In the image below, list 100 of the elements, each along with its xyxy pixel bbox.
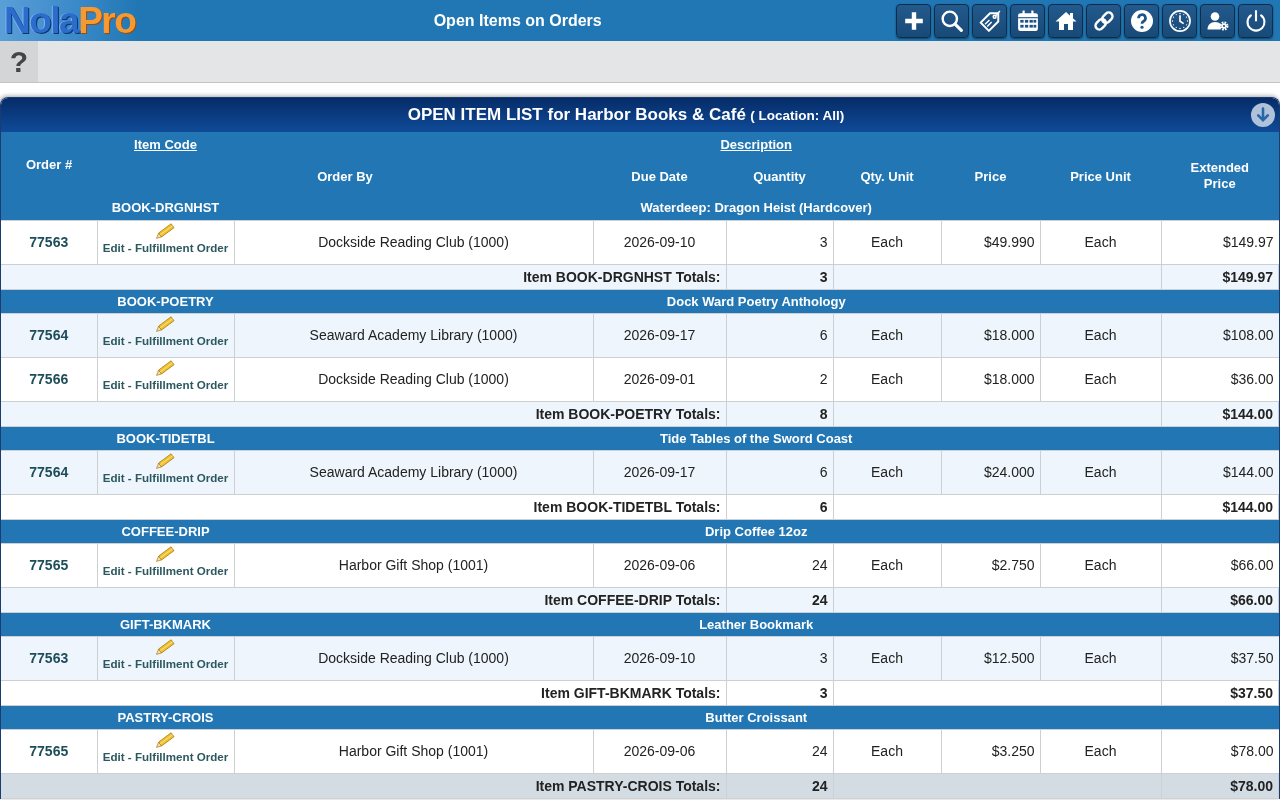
- column-header: Quantity: [753, 168, 806, 184]
- calendar-button[interactable]: [1010, 3, 1045, 38]
- sort-link[interactable]: Description: [720, 136, 792, 152]
- extended-price: $108.00: [1222, 327, 1274, 343]
- house-icon: [1054, 9, 1077, 32]
- calendar-icon: [1016, 9, 1039, 32]
- due-date: 2026-09-17: [623, 327, 696, 343]
- total-quantity: 24: [811, 777, 828, 794]
- total-quantity: 3: [819, 684, 828, 701]
- price: $18.000: [983, 371, 1035, 387]
- pencil-icon[interactable]: [156, 222, 175, 239]
- power-button[interactable]: [1238, 3, 1273, 38]
- unit: Each: [1084, 234, 1117, 250]
- total-quantity: 6: [819, 498, 828, 515]
- column-header: Due Date: [631, 168, 688, 184]
- unit: Each: [1084, 371, 1117, 387]
- item-code: PASTRY-CROIS: [117, 709, 214, 725]
- clock-button[interactable]: [1162, 3, 1197, 38]
- item-description: Butter Croissant: [705, 709, 808, 725]
- column-header: Order By: [317, 168, 373, 184]
- price: $2.750: [991, 557, 1035, 573]
- order-link[interactable]: 77563: [29, 650, 69, 666]
- unit: Each: [1084, 743, 1117, 759]
- user-settings-button[interactable]: [1200, 3, 1235, 38]
- totals-label: Item BOOK-DRGNHST Totals:: [523, 268, 721, 285]
- clock-icon: [1168, 9, 1191, 32]
- column-header: Order #: [25, 156, 73, 172]
- item-description: Tide Tables of the Sword Coast: [660, 430, 853, 446]
- totals-label: Item BOOK-POETRY Totals:: [535, 405, 721, 422]
- price: $49.990: [983, 234, 1035, 250]
- quantity: 3: [819, 650, 828, 666]
- extended-price: $149.97: [1222, 234, 1274, 250]
- column-header: Qty. Unit: [860, 168, 914, 184]
- due-date: 2026-09-10: [623, 234, 696, 250]
- add-button[interactable]: [896, 3, 931, 38]
- total-extended-price: $78.00: [1230, 777, 1273, 794]
- pencil-icon[interactable]: [156, 315, 175, 332]
- quantity: 6: [819, 464, 828, 480]
- item-code: BOOK-DRGNHST: [111, 200, 220, 216]
- tag-button[interactable]: [972, 3, 1007, 38]
- pencil-icon[interactable]: [156, 731, 175, 748]
- item-code: COFFEE-DRIP: [121, 523, 210, 539]
- user-gear-icon: [1206, 9, 1229, 32]
- pencil-icon[interactable]: [156, 452, 175, 469]
- order-link[interactable]: 77566: [29, 371, 69, 387]
- column-header: Price: [974, 168, 1007, 184]
- total-extended-price: $144.00: [1222, 405, 1273, 422]
- sort-link[interactable]: Item Code: [134, 136, 197, 152]
- link-button[interactable]: [1086, 3, 1121, 38]
- order-link[interactable]: 77564: [29, 464, 69, 480]
- total-extended-price: $66.00: [1230, 591, 1273, 608]
- quantity: 2: [819, 371, 828, 387]
- unit: Each: [871, 327, 903, 343]
- extended-price: $36.00: [1230, 371, 1274, 387]
- due-date: 2026-09-06: [623, 743, 696, 759]
- price: $18.000: [983, 327, 1035, 343]
- due-date: 2026-09-17: [623, 464, 696, 480]
- column-header: Extended Price: [1190, 160, 1249, 191]
- total-quantity: 3: [819, 268, 828, 285]
- unit: Each: [871, 371, 903, 387]
- unit: Each: [1084, 464, 1117, 480]
- customer-name: Seaward Academy Library (1000): [309, 327, 518, 343]
- order-link[interactable]: 77565: [29, 743, 69, 759]
- item-description: Waterdeep: Dragon Heist (Hardcover): [640, 200, 872, 216]
- total-quantity: 24: [811, 591, 828, 608]
- item-description: Drip Coffee 12oz: [704, 523, 808, 539]
- totals-label: Item COFFEE-DRIP Totals:: [544, 591, 721, 608]
- unit: Each: [871, 234, 903, 250]
- total-extended-price: $149.97: [1222, 268, 1273, 285]
- customer-name: Dockside Reading Club (1000): [318, 234, 509, 250]
- help-icon: [1130, 9, 1153, 32]
- unit: Each: [871, 650, 903, 666]
- chain-icon: [1092, 9, 1115, 32]
- pencil-icon[interactable]: [156, 545, 175, 562]
- quantity: 3: [819, 234, 828, 250]
- price: $24.000: [983, 464, 1035, 480]
- totals-label: Item GIFT-BKMARK Totals:: [541, 684, 721, 701]
- help-button[interactable]: ?: [0, 41, 38, 82]
- item-code: GIFT-BKMARK: [120, 616, 211, 632]
- unit: Each: [1084, 650, 1117, 666]
- home-button[interactable]: [1048, 3, 1083, 38]
- item-code: BOOK-POETRY: [117, 293, 214, 309]
- search-button[interactable]: [934, 3, 969, 38]
- item-description: Dock Ward Poetry Anthology: [666, 293, 846, 309]
- order-link[interactable]: 77563: [29, 234, 69, 250]
- customer-name: Seaward Academy Library (1000): [309, 464, 518, 480]
- pencil-icon[interactable]: [156, 638, 175, 655]
- download-button[interactable]: [1251, 103, 1275, 127]
- pencil-icon[interactable]: [156, 359, 175, 376]
- total-extended-price: $144.00: [1222, 498, 1273, 515]
- customer-name: Dockside Reading Club (1000): [318, 650, 509, 666]
- total-extended-price: $37.50: [1230, 684, 1273, 701]
- page-title: Open Items on Orders: [433, 11, 602, 29]
- download-icon: [1251, 103, 1275, 127]
- search-icon: [940, 9, 963, 32]
- quantity: 24: [811, 743, 828, 759]
- customer-name: Harbor Gift Shop (1001): [338, 557, 489, 573]
- help-button[interactable]: [1124, 3, 1159, 38]
- order-link[interactable]: 77565: [29, 557, 69, 573]
- order-link[interactable]: 77564: [29, 327, 69, 343]
